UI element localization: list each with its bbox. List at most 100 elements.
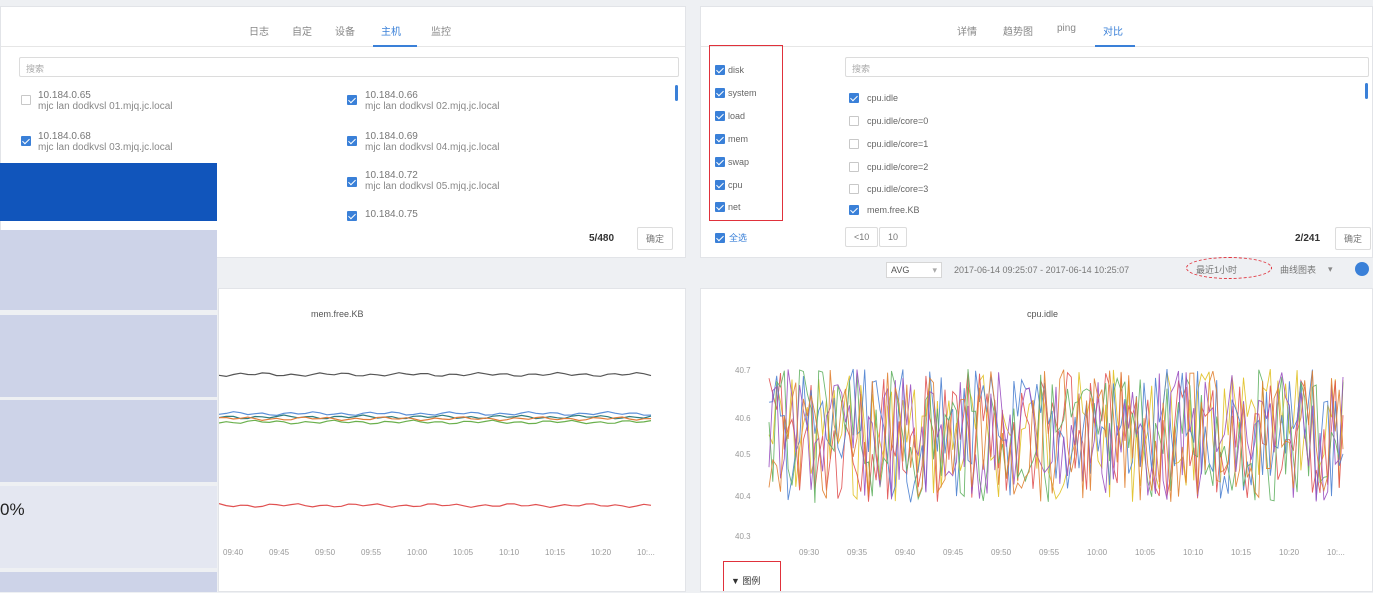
host-list-scrollbar[interactable] bbox=[675, 85, 678, 101]
metric-checkbox[interactable] bbox=[849, 162, 859, 172]
chevron-down-icon: ▾ bbox=[932, 265, 937, 275]
series-line bbox=[219, 503, 652, 509]
category-label: cpu bbox=[728, 180, 743, 190]
metric-confirm-button[interactable]: 确定 bbox=[1335, 227, 1372, 250]
sidebar-row[interactable] bbox=[0, 400, 217, 482]
y-tick-label: 40.7 bbox=[735, 366, 751, 375]
x-tick-label: 09:55 bbox=[1039, 548, 1060, 557]
x-tick-label: 10:15 bbox=[545, 548, 566, 557]
host-ip: 10.184.0.72 bbox=[365, 170, 418, 181]
select-all-label: 全选 bbox=[729, 233, 748, 243]
tab-detail[interactable]: 详情 bbox=[957, 23, 977, 38]
tab-compare[interactable]: 对比 bbox=[1103, 23, 1123, 38]
metric-checkbox[interactable] bbox=[849, 93, 859, 103]
host-checkbox[interactable] bbox=[347, 177, 357, 187]
x-tick-label: 10:00 bbox=[1087, 548, 1108, 557]
scope-select[interactable]: 最近1小时 bbox=[1196, 265, 1237, 275]
category-checkbox[interactable] bbox=[715, 134, 725, 144]
y-tick-label: 40.6 bbox=[735, 414, 751, 423]
category-checkbox[interactable] bbox=[715, 111, 725, 121]
x-tick-label: 10:05 bbox=[1135, 548, 1156, 557]
metric-label: cpu.idle/core=2 bbox=[867, 162, 929, 172]
x-tick-label: 09:55 bbox=[361, 548, 382, 557]
aggregate-select[interactable]: AVG ▾ bbox=[886, 262, 942, 278]
y-tick-label: 40.3 bbox=[735, 532, 751, 541]
metric-list-scrollbar[interactable] bbox=[1365, 83, 1368, 99]
tab-trend[interactable]: 趋势图 bbox=[1003, 23, 1033, 38]
cpu-line-chart: 40.7 40.6 40.5 40.4 40.3 09:30 09:35 09:40 09:4… bbox=[735, 366, 1345, 557]
category-checkbox[interactable] bbox=[715, 157, 725, 167]
category-label: mem bbox=[728, 134, 748, 144]
refresh-icon[interactable] bbox=[1355, 262, 1369, 276]
category-checkbox[interactable] bbox=[715, 202, 725, 212]
mode-chevron-down-icon[interactable]: ▾ bbox=[1328, 264, 1333, 275]
sidebar-percent: 0% bbox=[0, 500, 25, 519]
x-tick-label: 09:35 bbox=[847, 548, 868, 557]
metric-search-input[interactable]: 搜索 bbox=[845, 57, 1369, 77]
sidebar-row[interactable] bbox=[0, 486, 217, 568]
sidebar-row[interactable] bbox=[0, 572, 217, 592]
metric-tabs: 详情 趋势图 ping 对比 bbox=[701, 7, 1372, 47]
x-tick-label: 10:15 bbox=[1231, 548, 1252, 557]
tab-ping[interactable]: ping bbox=[1057, 23, 1076, 34]
x-tick-label: 09:40 bbox=[223, 548, 244, 557]
y-tick-label: 40.5 bbox=[735, 450, 751, 459]
page-prev-button[interactable]: <10 bbox=[845, 227, 879, 247]
x-tick-label: 09:45 bbox=[943, 548, 964, 557]
metric-count: 2/241 bbox=[1295, 233, 1321, 244]
x-tick-label: 09:50 bbox=[991, 548, 1012, 557]
legend-toggle[interactable]: ▼ 图例 bbox=[731, 576, 760, 586]
metric-label: cpu.idle bbox=[867, 93, 899, 103]
active-tab-underline bbox=[373, 45, 417, 47]
category-label: disk bbox=[728, 65, 745, 75]
x-tick-label: 10:10 bbox=[499, 548, 520, 557]
metric-checkbox[interactable] bbox=[849, 205, 859, 215]
metric-panel: 详情 趋势图 ping 对比 disk system load mem swap… bbox=[700, 6, 1373, 258]
category-checkbox[interactable] bbox=[715, 65, 725, 75]
x-tick-label: 10:... bbox=[1327, 548, 1345, 557]
host-checkbox[interactable] bbox=[347, 211, 357, 221]
tab-custom[interactable]: 自定 bbox=[292, 23, 312, 38]
page-size-button[interactable]: 10 bbox=[879, 227, 908, 247]
x-tick-label: 10:05 bbox=[453, 548, 474, 557]
tab-host[interactable]: 主机 bbox=[381, 23, 401, 38]
mode-select[interactable]: 曲线图表 bbox=[1280, 265, 1316, 275]
series-line bbox=[219, 419, 652, 425]
sidebar-row[interactable] bbox=[0, 315, 217, 397]
host-name: mjc lan dodkvsl 04.mjq.jc.local bbox=[365, 142, 500, 153]
host-count: 5/480 bbox=[589, 233, 615, 244]
tab-log[interactable]: 日志 bbox=[249, 23, 269, 38]
host-confirm-button[interactable]: 确定 bbox=[637, 227, 674, 250]
metric-label: mem.free.KB bbox=[867, 205, 920, 215]
x-tick-label: 09:50 bbox=[315, 548, 336, 557]
metric-checkbox[interactable] bbox=[849, 139, 859, 149]
overlay-sidebar: 0% bbox=[0, 0, 217, 592]
category-label: net bbox=[728, 202, 741, 212]
time-range[interactable]: 2017-06-14 09:25:07 - 2017-06-14 10:25:0… bbox=[954, 265, 1129, 275]
select-all-checkbox[interactable] bbox=[715, 233, 725, 243]
aggregate-value: AVG bbox=[891, 265, 910, 275]
tab-device[interactable]: 设备 bbox=[335, 23, 355, 38]
host-name: mjc lan dodkvsl 02.mjq.jc.local bbox=[365, 101, 500, 112]
mem-chart-panel: mem.free.KB 09:40 09:45 09:50 09:55 10:00 10:… bbox=[218, 288, 686, 592]
metric-label: cpu.idle/core=0 bbox=[867, 116, 929, 126]
host-checkbox[interactable] bbox=[347, 136, 357, 146]
metric-checkbox[interactable] bbox=[849, 184, 859, 194]
host-checkbox[interactable] bbox=[347, 95, 357, 105]
x-tick-label: 09:45 bbox=[269, 548, 290, 557]
series-line bbox=[219, 371, 652, 378]
host-ip: 10.184.0.69 bbox=[365, 131, 418, 142]
sidebar-accent-bar[interactable] bbox=[0, 163, 217, 221]
tab-monitor[interactable]: 监控 bbox=[431, 23, 451, 38]
host-name: mjc lan dodkvsl 05.mjq.jc.local bbox=[365, 181, 500, 192]
sidebar-row[interactable] bbox=[0, 230, 217, 310]
x-tick-label: 10:... bbox=[637, 548, 655, 557]
x-tick-label: 10:00 bbox=[407, 548, 428, 557]
mem-line-chart: 09:40 09:45 09:50 09:55 10:00 10:05 10:10 10:15… bbox=[219, 371, 655, 557]
metric-checkbox[interactable] bbox=[849, 116, 859, 126]
x-tick-label: 09:40 bbox=[895, 548, 916, 557]
y-tick-label: 40.4 bbox=[735, 492, 751, 501]
category-checkbox[interactable] bbox=[715, 88, 725, 98]
category-label: load bbox=[728, 111, 746, 121]
category-checkbox[interactable] bbox=[715, 180, 725, 190]
